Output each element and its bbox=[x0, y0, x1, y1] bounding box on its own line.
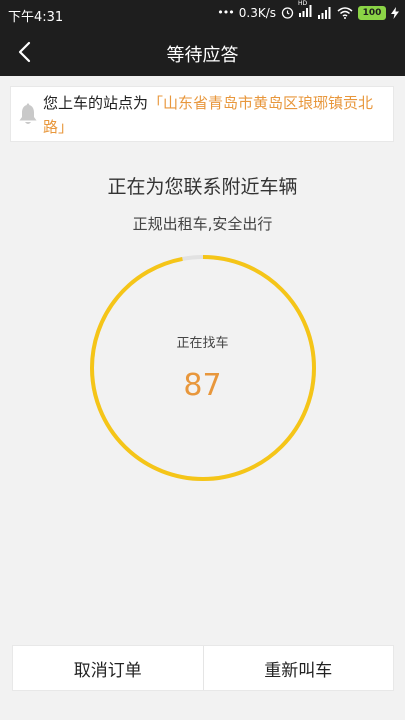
recall-car-button[interactable]: 重新叫车 bbox=[204, 646, 394, 690]
battery-icon: 100 bbox=[358, 5, 386, 20]
signal-hd: HD bbox=[298, 0, 313, 20]
charging-icon bbox=[391, 6, 399, 19]
dots-icon: ••• bbox=[217, 6, 234, 19]
notice-prefix: 您上车的站点为 bbox=[43, 94, 149, 112]
status-icons: ••• 0.3K/s HD 100 bbox=[217, 0, 399, 20]
network-speed: 0.3K/s bbox=[238, 5, 276, 20]
network-type: HD bbox=[298, 0, 308, 7]
status-bar: 下午4:31 ••• 0.3K/s HD 100 bbox=[0, 0, 405, 28]
alarm-icon bbox=[281, 7, 294, 19]
header: 等待应答 bbox=[0, 28, 405, 76]
bell-icon bbox=[19, 103, 37, 124]
status-subhead: 正规出租车,安全出行 bbox=[132, 215, 273, 233]
pickup-notice: 您上车的站点为「山东省青岛市黄岛区琅琊镇贡北路」 bbox=[10, 86, 394, 142]
signal-icon bbox=[318, 6, 331, 19]
countdown-value: 87 bbox=[183, 368, 222, 403]
wifi-icon bbox=[337, 6, 353, 19]
status-headline: 正在为您联系附近车辆 bbox=[107, 176, 298, 198]
cancel-order-button[interactable]: 取消订单 bbox=[13, 646, 203, 690]
page-title: 等待应答 bbox=[166, 45, 239, 66]
status-time: 下午4:31 bbox=[8, 10, 64, 25]
notice-text: 您上车的站点为「山东省青岛市黄岛区琅琊镇贡北路」 bbox=[43, 91, 385, 139]
bottom-actions: 取消订单 重新叫车 bbox=[12, 645, 394, 691]
ring-label: 正在找车 bbox=[176, 336, 229, 351]
